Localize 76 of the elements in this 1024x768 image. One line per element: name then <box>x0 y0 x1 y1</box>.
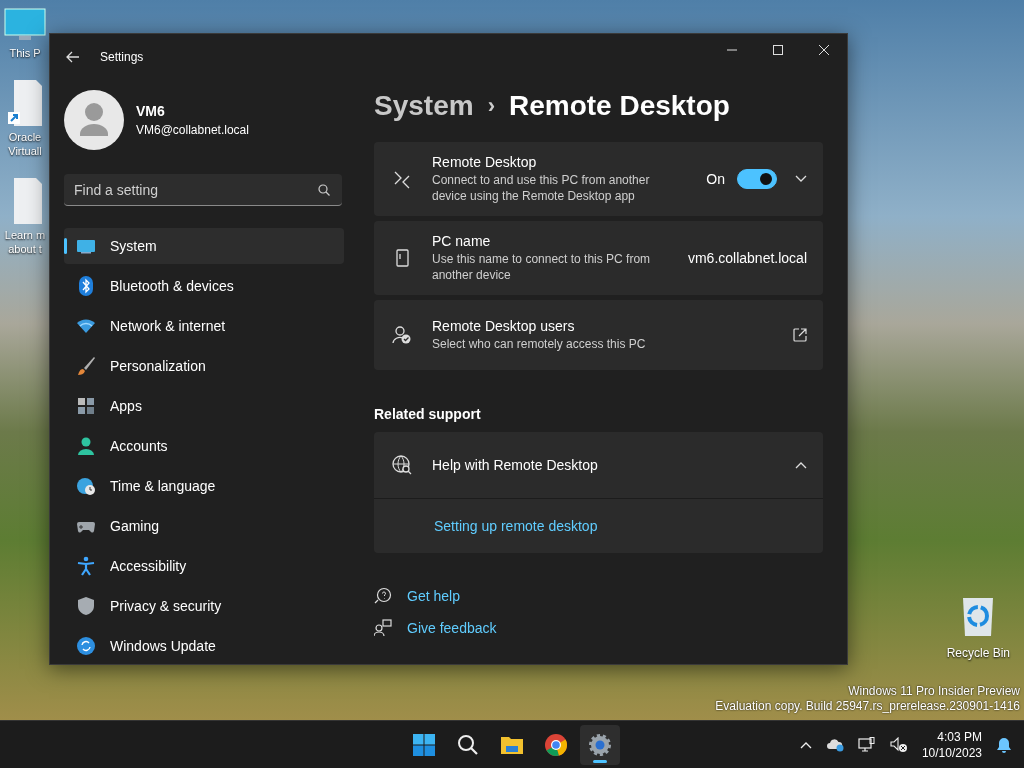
monitor-icon[interactable] <box>3 8 47 42</box>
setting-description: Use this name to connect to this PC from another device <box>432 251 652 283</box>
chevron-up-icon[interactable] <box>799 741 812 749</box>
nav-item[interactable]: System <box>64 228 344 264</box>
toggle-state-label: On <box>706 171 725 187</box>
nav-item[interactable]: Windows Update <box>64 628 344 664</box>
accessibility-figure-icon <box>76 556 96 576</box>
external-link-icon[interactable] <box>793 328 807 342</box>
browser-logo-icon <box>543 731 569 758</box>
page-title: Remote Desktop <box>508 90 730 122</box>
person-check-icon <box>392 325 412 345</box>
toggle-switch[interactable] <box>737 169 777 189</box>
account-name: VM6 <box>136 103 166 119</box>
cloud-info-icon[interactable] <box>825 738 844 752</box>
chevron-icon[interactable] <box>795 461 807 469</box>
shield-icon <box>76 596 96 616</box>
chevron-icon[interactable] <box>795 175 807 183</box>
bell-icon[interactable] <box>996 736 1012 754</box>
nav-item[interactable]: Personalization <box>64 348 344 384</box>
shortcut-document-icon[interactable] <box>8 80 42 126</box>
clock[interactable]: 4:03 PM 10/10/2023 <box>921 729 982 761</box>
nav-item[interactable]: Bluetooth & devices <box>64 268 344 304</box>
nav-item[interactable]: Network & internet <box>64 308 344 344</box>
refresh-icon <box>76 636 96 656</box>
nav-item[interactable]: Time & language <box>64 468 344 504</box>
setting-description: Select who can remotely access this PC <box>432 336 647 352</box>
speaker-muted-icon[interactable] <box>889 737 908 753</box>
nav-item[interactable]: Gaming <box>64 508 344 544</box>
network-wired-icon[interactable] <box>857 737 876 753</box>
setting-card[interactable]: Remote Desktop Connect to and use this PC from another device using the Remote Desktop app On <box>374 142 823 216</box>
person-icon <box>76 436 96 456</box>
setting-title: Remote Desktop <box>432 154 538 170</box>
search-icon <box>318 184 330 196</box>
maximize-icon <box>773 45 783 55</box>
setting-card[interactable]: Remote Desktop users Select who can remotely access this PC <box>374 300 823 370</box>
nav-item[interactable]: Accessibility <box>64 548 344 584</box>
paintbrush-icon <box>76 356 96 376</box>
windows-logo-icon <box>411 731 437 758</box>
setting-card[interactable]: PC name Use this name to connect to this PC from another device vm6.collabnet.local <box>374 221 823 295</box>
clock-date: 10/10/2023 <box>921 745 982 761</box>
setting-title: Remote Desktop users <box>432 318 576 334</box>
expander-title: Help with Remote Desktop <box>432 457 599 473</box>
help-chat-icon <box>374 587 392 605</box>
remote-arrows-icon <box>392 169 412 189</box>
nav-item[interactable]: Accounts <box>64 428 344 464</box>
gear-icon <box>587 731 613 758</box>
help-link[interactable]: Setting up remote desktop <box>434 518 598 534</box>
footer-link[interactable]: Get help <box>407 588 460 604</box>
footer-link[interactable]: Give feedback <box>407 620 497 636</box>
window-title: Settings <box>100 50 145 64</box>
breadcrumb-separator: › <box>487 93 495 119</box>
breadcrumb-parent[interactable]: System <box>374 90 474 122</box>
bluetooth-icon <box>76 276 96 296</box>
setting-title: PC name <box>432 233 492 249</box>
pc-name-value: vm6.collabnet.local <box>687 250 807 266</box>
watermark-text: Windows 11 Pro Insider Preview <box>848 684 1020 699</box>
setting-description: Connect to and use this PC from another device using the Remote Desktop app <box>432 172 651 204</box>
account-email: VM6@collabnet.local <box>136 123 249 137</box>
back-arrow-icon[interactable] <box>66 51 80 63</box>
search-field[interactable]: Find a setting <box>64 174 342 206</box>
settings-button[interactable] <box>580 724 620 765</box>
section-heading: Related support <box>374 406 482 422</box>
nav-item[interactable]: Apps <box>64 388 344 424</box>
desktop-icon-label[interactable]: Recycle Bin <box>946 646 1010 660</box>
apps-grid-icon <box>76 396 96 416</box>
close-icon <box>819 45 829 55</box>
globe-search-icon <box>392 455 412 475</box>
watermark-text: Evaluation copy. Build 25947.rs_prerelease.230901-1416 <box>715 699 1020 714</box>
person-feedback-icon <box>374 619 392 637</box>
globe-clock-icon <box>76 476 96 496</box>
nav-item[interactable]: Privacy & security <box>64 588 344 624</box>
avatar-icon <box>64 90 124 150</box>
help-expander[interactable]: Help with Remote Desktop <box>374 432 823 498</box>
clock-time: 4:03 PM <box>937 729 982 745</box>
selection-indicator <box>64 238 67 254</box>
desktop-icon-label[interactable]: This P <box>9 46 41 60</box>
